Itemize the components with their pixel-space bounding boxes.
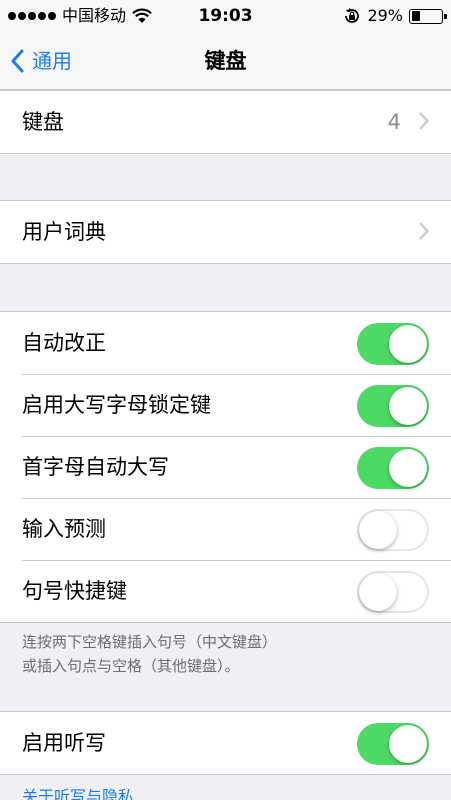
auto-capitalization-row: 首字母自动大写 (0, 436, 451, 498)
keyboard-settings-group: 自动改正 启用大写字母锁定键 首字母自动大写 输入预测 句号快捷键 (0, 311, 451, 623)
dictionary-group: 用户词典 (0, 200, 451, 264)
period-shortcut-row: 句号快捷键 (0, 560, 451, 622)
caps-lock-row: 启用大写字母锁定键 (0, 374, 451, 436)
dictation-privacy-link[interactable]: 关于听写与隐私 (22, 786, 134, 800)
predictive-label: 输入预测 (22, 517, 106, 541)
period-shortcut-label: 句号快捷键 (22, 579, 127, 603)
auto-capitalization-label: 首字母自动大写 (22, 455, 169, 479)
status-bar-right: 29% (343, 5, 447, 27)
caps-lock-toggle[interactable] (357, 385, 429, 427)
period-shortcut-toggle[interactable] (357, 571, 429, 613)
chevron-right-icon (419, 112, 429, 130)
dictation-toggle[interactable] (357, 723, 429, 765)
battery-icon (409, 8, 447, 24)
keyboards-label: 键盘 (22, 110, 64, 134)
rotation-lock-icon (345, 8, 360, 23)
dictation-row: 启用听写 (0, 712, 451, 774)
auto-capitalization-toggle[interactable] (357, 447, 429, 489)
status-bar: 中国移动 19:03 29% (0, 0, 451, 32)
keyboards-row[interactable]: 键盘 4 (0, 91, 451, 153)
caps-lock-label: 启用大写字母锁定键 (22, 393, 211, 417)
auto-correction-row: 自动改正 (0, 312, 451, 374)
keyboards-count: 4 (387, 110, 401, 134)
predictive-toggle[interactable] (357, 509, 429, 551)
user-dictionary-label: 用户词典 (22, 220, 106, 244)
note-line-1: 连按两下空格键插入句号（中文键盘） (22, 633, 278, 651)
dictation-group: 启用听写 (0, 711, 451, 775)
keyboards-group: 键盘 4 (0, 90, 451, 154)
page-title: 键盘 (204, 49, 247, 73)
chevron-right-icon (419, 222, 429, 240)
note-line-2: 或插入句点与空格（其他键盘）。 (22, 657, 240, 675)
predictive-row: 输入预测 (0, 498, 451, 560)
auto-correction-label: 自动改正 (22, 331, 106, 355)
period-shortcut-note: 连按两下空格键插入句号（中文键盘） 或插入句点与空格（其他键盘）。 (22, 630, 432, 678)
user-dictionary-row[interactable]: 用户词典 (0, 201, 451, 263)
battery-percent: 29% (367, 6, 403, 25)
battery-level-fill (411, 11, 420, 21)
navigation-bar: 通用 键盘 (0, 32, 451, 90)
dictation-label: 启用听写 (22, 731, 106, 755)
auto-correction-toggle[interactable] (357, 323, 429, 365)
